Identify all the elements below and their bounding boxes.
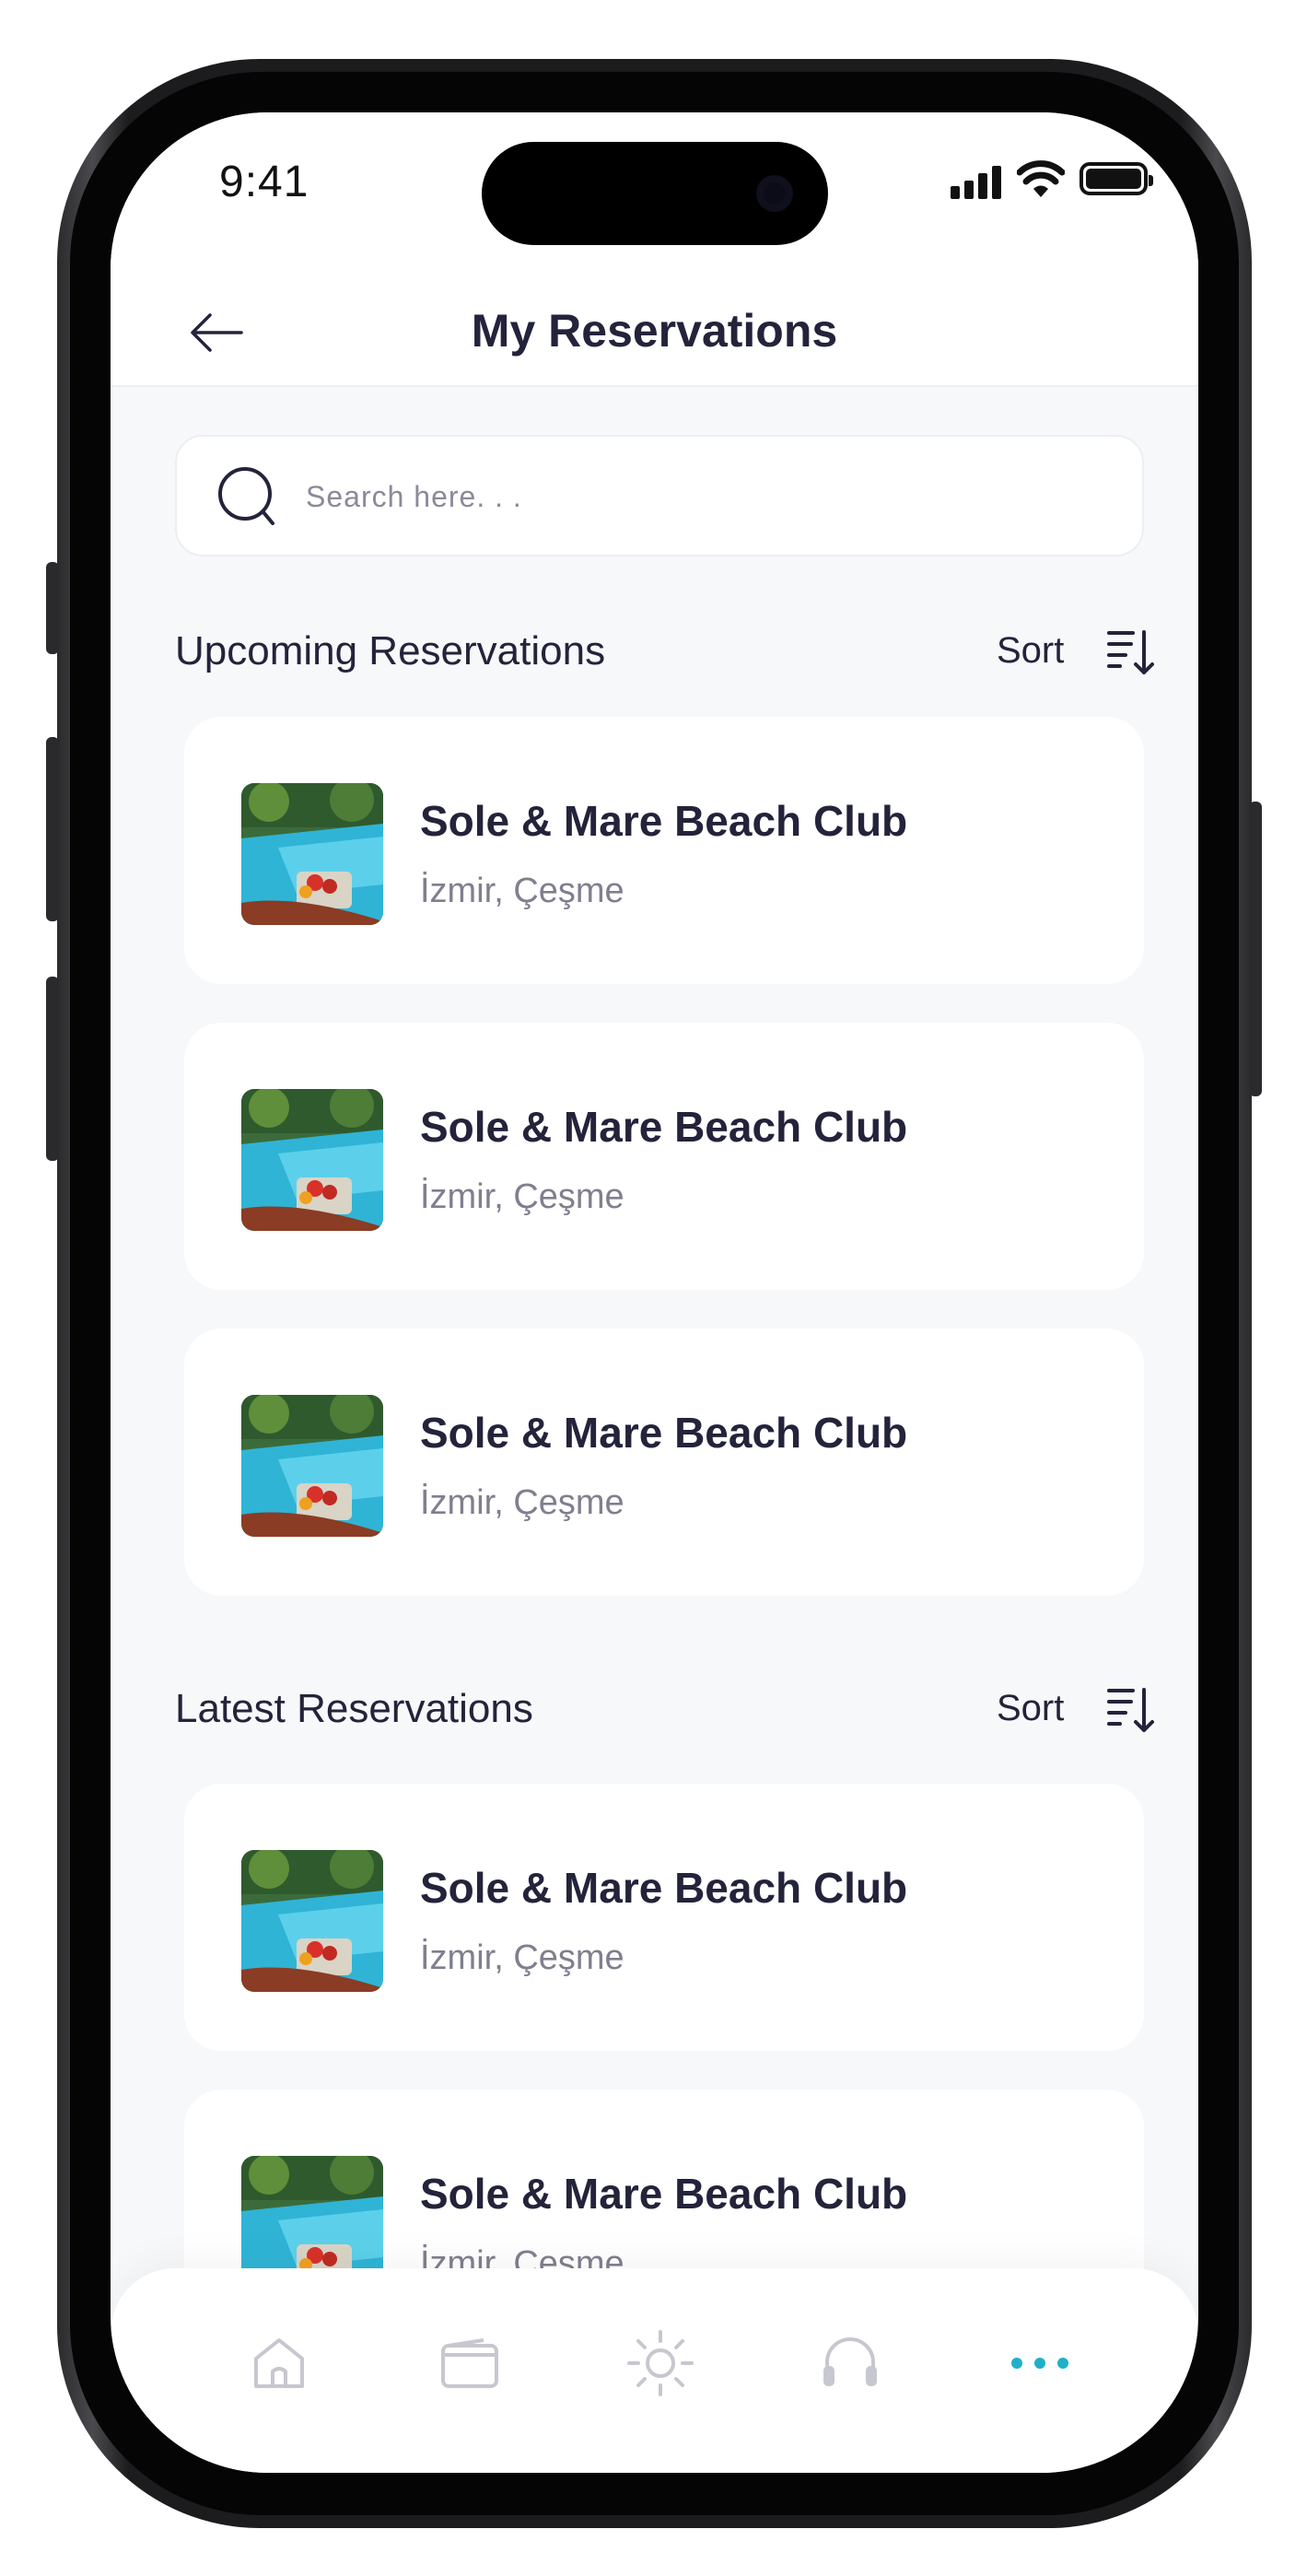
status-time: 9:41	[219, 158, 309, 206]
wifi-icon	[1017, 160, 1065, 197]
dynamic-island	[482, 142, 828, 245]
tab-support[interactable]	[809, 2322, 892, 2405]
venue-location: İzmir, Çeşme	[420, 872, 624, 910]
camera-icon	[756, 175, 793, 212]
latest-sort-button[interactable]: Sort	[997, 1688, 1064, 1729]
venue-name: Sole & Mare Beach Club	[420, 1103, 908, 1151]
venue-location: İzmir, Çeşme	[420, 1483, 624, 1522]
battery-icon	[1079, 162, 1153, 195]
tab-home[interactable]	[238, 2322, 321, 2405]
upcoming-sort-button[interactable]: Sort	[997, 630, 1064, 672]
home-icon	[254, 2338, 304, 2388]
phone-volume-down	[46, 977, 59, 1161]
page-title: My Reservations	[471, 305, 838, 357]
tab-more[interactable]	[998, 2322, 1081, 2405]
venue-location: İzmir, Çeşme	[420, 1938, 624, 1977]
tab-ideas[interactable]	[619, 2322, 702, 2405]
headphones-icon	[823, 2337, 877, 2386]
reservation-card[interactable]: Sole & Mare Beach Club İzmir, Çeşme	[184, 1023, 1144, 1290]
phone-volume-up	[46, 737, 59, 921]
wallet-icon	[441, 2338, 498, 2388]
search-icon	[218, 467, 274, 525]
sort-icon[interactable]	[1107, 628, 1155, 676]
cellular-signal-icon	[951, 166, 1002, 199]
upcoming-section-title: Upcoming Reservations	[175, 628, 606, 673]
latest-section-title: Latest Reservations	[175, 1686, 533, 1731]
reservation-card[interactable]: Sole & Mare Beach Club İzmir, Çeşme	[184, 717, 1144, 984]
venue-name: Sole & Mare Beach Club	[420, 1864, 908, 1912]
screen: 9:41 My Reservations Upcoming	[111, 112, 1198, 2473]
venue-name: Sole & Mare Beach Club	[420, 797, 908, 845]
search-bar[interactable]	[175, 435, 1144, 556]
status-bar: 9:41	[111, 112, 1198, 278]
more-icon	[1011, 2358, 1068, 2369]
venue-name: Sole & Mare Beach Club	[420, 2170, 908, 2218]
search-input[interactable]	[306, 464, 1098, 529]
venue-name: Sole & Mare Beach Club	[420, 1409, 908, 1457]
venue-thumbnail	[241, 1850, 383, 1992]
venue-thumbnail	[241, 1089, 383, 1231]
tab-wallet[interactable]	[428, 2322, 511, 2405]
sun-icon	[627, 2330, 694, 2396]
top-app-bar: My Reservations	[111, 278, 1198, 387]
venue-thumbnail	[241, 1395, 383, 1537]
phone-power-button	[1249, 802, 1262, 1096]
venue-thumbnail	[241, 783, 383, 925]
sort-icon[interactable]	[1107, 1686, 1155, 1734]
phone-mute-switch	[46, 562, 59, 654]
reservation-card[interactable]: Sole & Mare Beach Club İzmir, Çeşme	[184, 1329, 1144, 1596]
bottom-tab-bar	[111, 2268, 1198, 2473]
venue-location: İzmir, Çeşme	[420, 1177, 624, 1216]
reservation-card[interactable]: Sole & Mare Beach Club İzmir, Çeşme	[184, 1784, 1144, 2051]
